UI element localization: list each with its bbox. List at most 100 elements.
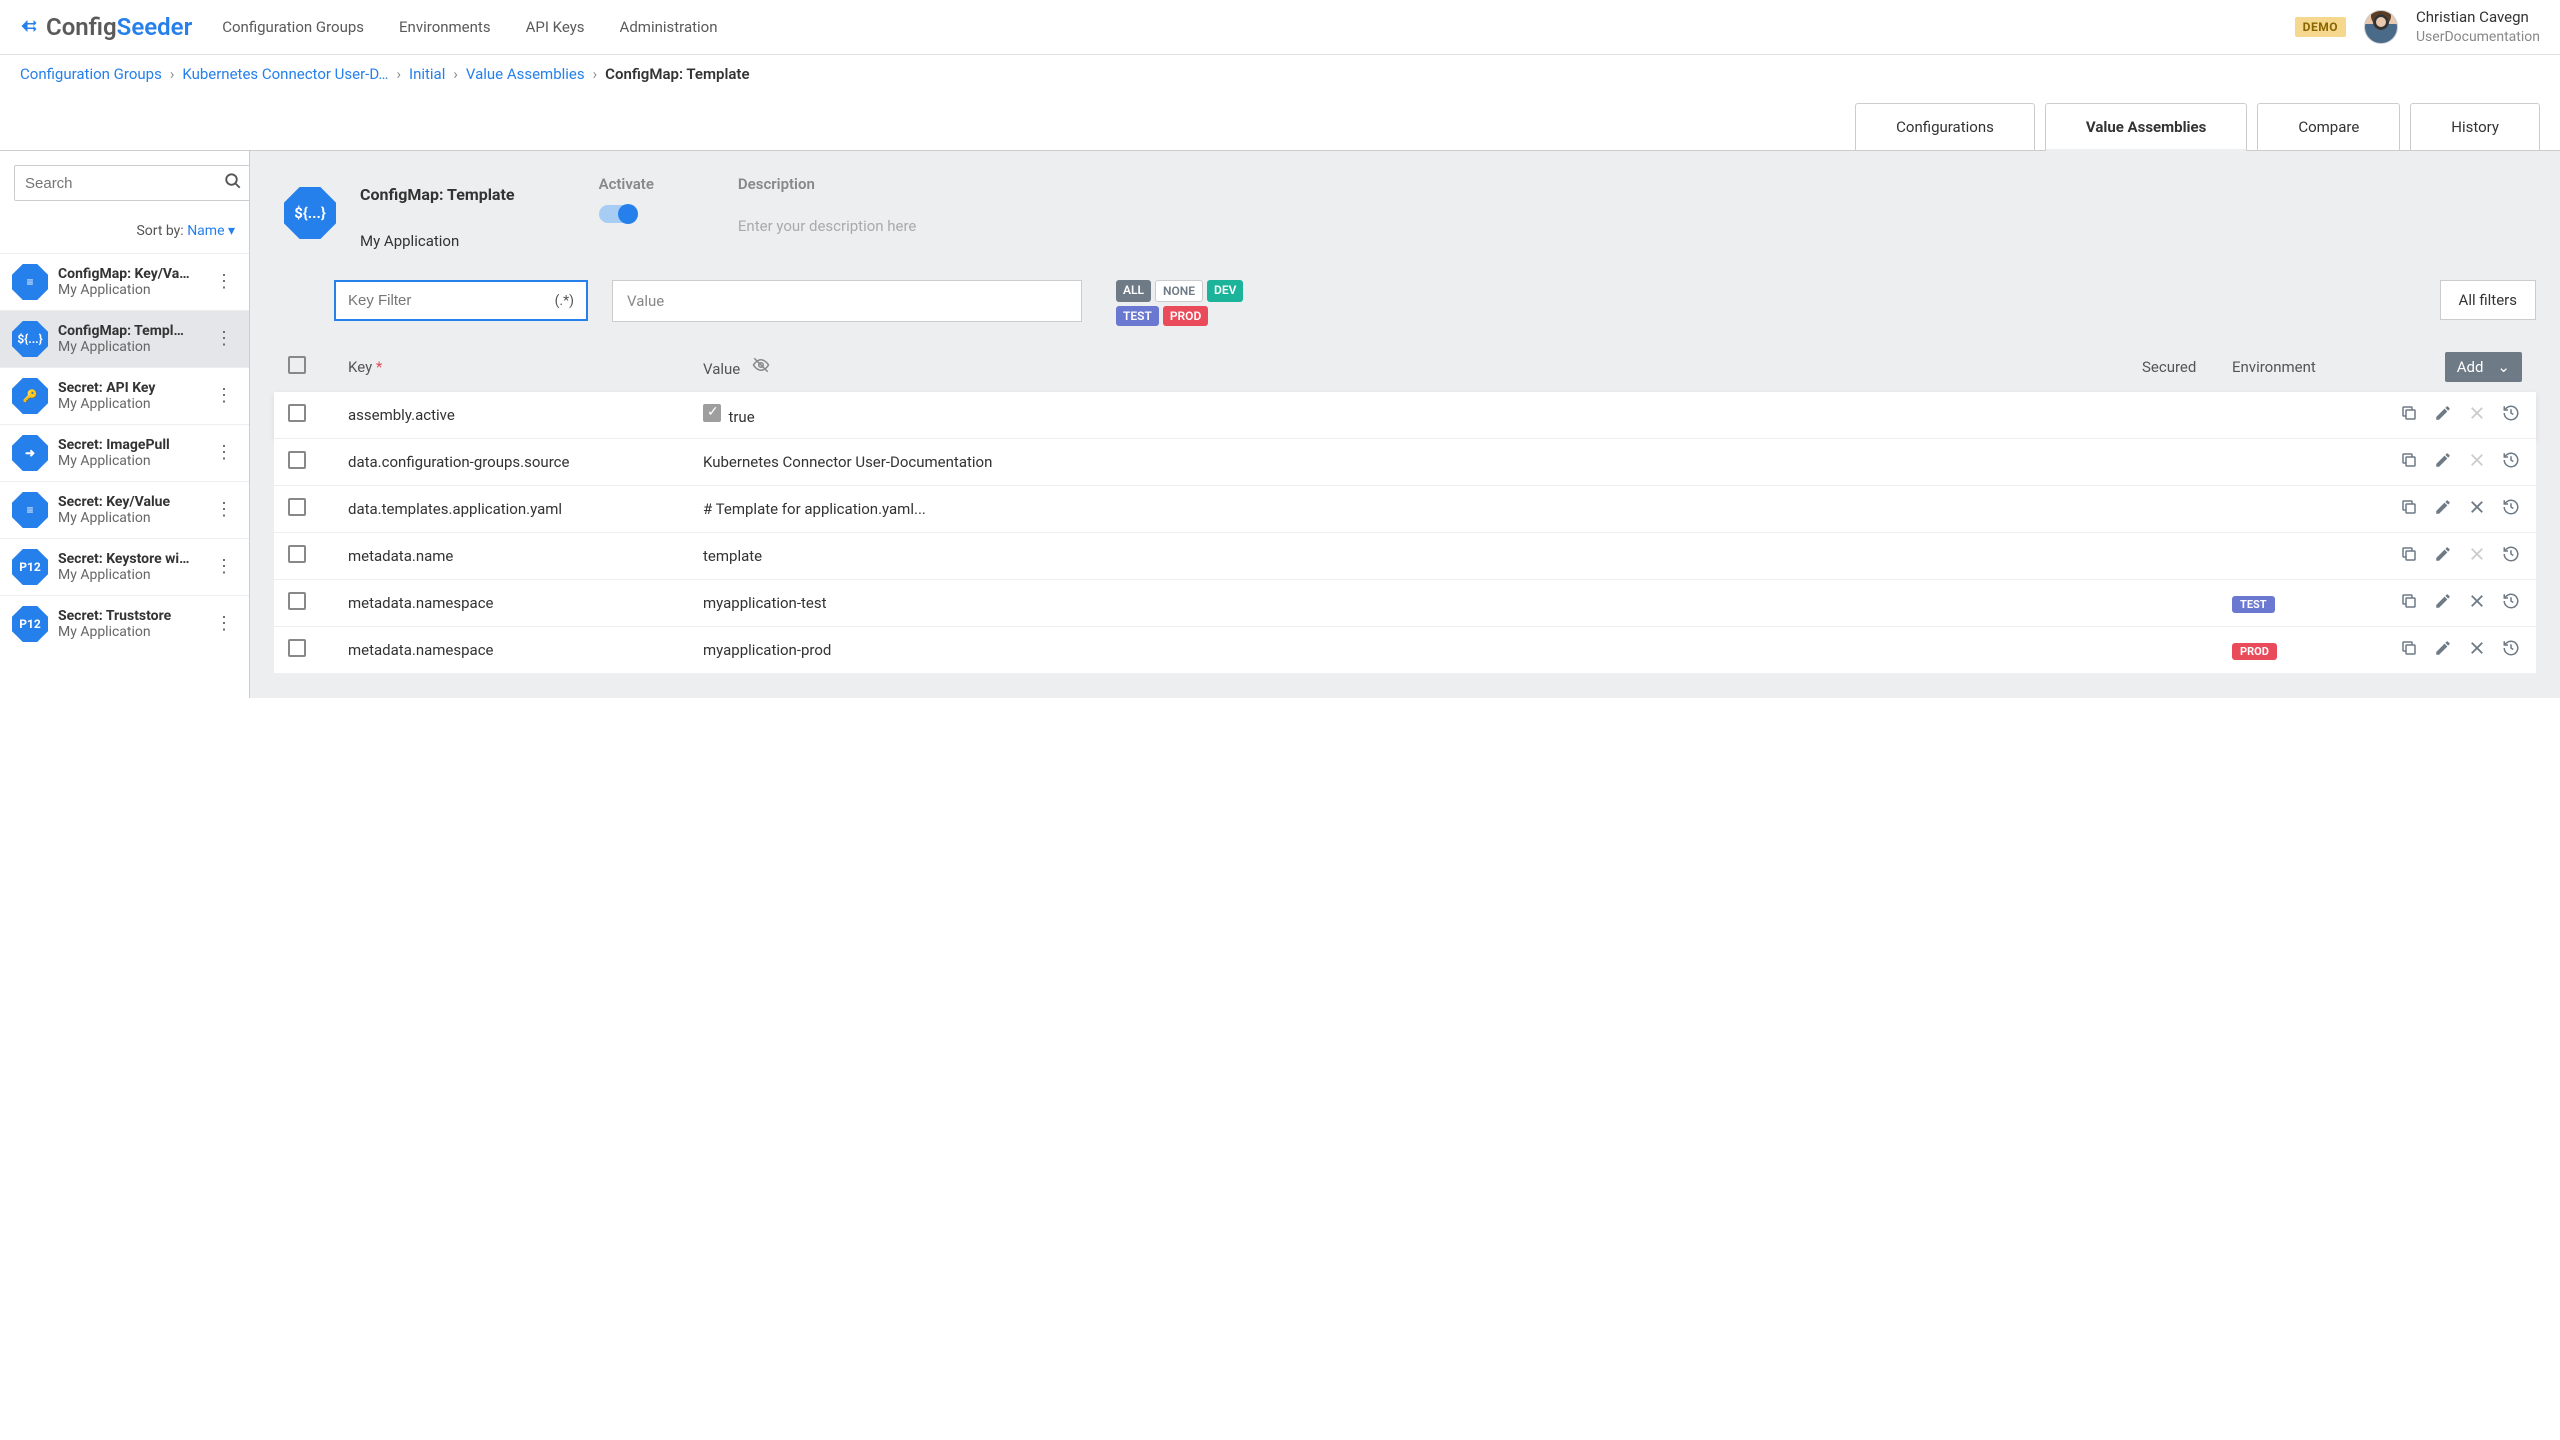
select-all-checkbox[interactable] [288,356,306,374]
eye-off-icon[interactable] [752,360,770,378]
description-input[interactable]: Enter your description here [738,217,916,235]
chevron-right-icon: › [396,65,401,83]
copy-icon[interactable] [2398,451,2420,473]
cell-key: metadata.name [348,547,703,565]
chevron-right-icon: › [593,65,598,83]
nav-environments[interactable]: Environments [399,18,491,36]
item-menu-icon[interactable]: ⋮ [211,392,237,399]
brand-logo[interactable]: ConfigSeeder [20,12,192,42]
chip-prod[interactable]: PROD [1163,306,1208,326]
item-title: ConfigMap: Templ… [58,323,201,339]
sidebar-item[interactable]: P12 Secret: Keystore wi… My Application … [0,538,249,595]
history-icon[interactable] [2500,592,2522,614]
copy-icon[interactable] [2398,592,2420,614]
cell-value: myapplication-prod [703,641,2142,659]
crumb-0[interactable]: Configuration Groups [20,65,162,83]
key-filter[interactable]: (.*) [334,280,588,321]
activate-toggle[interactable] [599,205,637,223]
edit-icon[interactable] [2432,498,2454,520]
tab-value-assemblies[interactable]: Value Assemblies [2045,103,2247,150]
edit-icon[interactable] [2432,404,2454,426]
item-title: Secret: Keystore wi… [58,551,201,567]
item-menu-icon[interactable]: ⋮ [211,563,237,570]
sidebar-item[interactable]: ≡ Secret: Key/Value My Application ⋮ [0,481,249,538]
history-icon[interactable] [2500,404,2522,426]
app-header: ConfigSeeder Configuration Groups Enviro… [0,0,2560,55]
env-filter-chips: ALL NONE DEV TEST PROD [1116,280,1256,326]
chip-all[interactable]: ALL [1116,280,1151,302]
row-checkbox[interactable] [288,545,306,563]
sort-control[interactable]: Sort by: Name ▾ [0,215,249,253]
assembly-type-icon: ${...} [284,187,336,239]
item-menu-icon[interactable]: ⋮ [211,278,237,285]
add-row-button[interactable]: Add ⌄ [2445,352,2522,382]
main-nav: Configuration Groups Environments API Ke… [222,18,717,36]
cell-key: metadata.namespace [348,594,703,612]
copy-icon[interactable] [2398,639,2420,661]
crumb-3[interactable]: Value Assemblies [466,65,585,83]
edit-icon[interactable] [2432,545,2454,567]
brand-text-1: Config [46,13,117,41]
value-filter-input[interactable]: Value [612,280,1082,322]
item-subtitle: My Application [58,624,201,640]
delete-icon[interactable] [2466,498,2488,520]
sidebar-search[interactable] [14,165,253,201]
logo-icon [20,12,38,42]
chip-dev[interactable]: DEV [1207,280,1243,302]
all-filters-button[interactable]: All filters [2440,280,2536,320]
crumb-2[interactable]: Initial [409,65,445,83]
item-subtitle: My Application [58,510,201,526]
crumb-1[interactable]: Kubernetes Connector User-D… [182,65,388,83]
edit-icon[interactable] [2432,592,2454,614]
sidebar-item[interactable]: ➜ Secret: ImagePull My Application ⋮ [0,424,249,481]
copy-icon[interactable] [2398,404,2420,426]
chip-test[interactable]: TEST [1116,306,1159,326]
sidebar-item[interactable]: 🔑 Secret: API Key My Application ⋮ [0,367,249,424]
brand-text-2: Seeder [117,13,193,41]
nav-api-keys[interactable]: API Keys [526,18,585,36]
item-menu-icon[interactable]: ⋮ [211,506,237,513]
user-info[interactable]: Christian Cavegn UserDocumentation [2416,8,2540,46]
item-title: Secret: API Key [58,380,201,396]
user-name: Christian Cavegn [2416,8,2540,28]
tab-compare[interactable]: Compare [2257,103,2400,150]
item-menu-icon[interactable]: ⋮ [211,449,237,456]
table-row: metadata.name template [274,533,2536,580]
edit-icon[interactable] [2432,451,2454,473]
row-checkbox[interactable] [288,404,306,422]
history-icon[interactable] [2500,639,2522,661]
row-checkbox[interactable] [288,592,306,610]
history-icon[interactable] [2500,498,2522,520]
regex-hint: (.*) [555,293,574,309]
history-icon[interactable] [2500,545,2522,567]
row-checkbox[interactable] [288,451,306,469]
tab-configurations[interactable]: Configurations [1855,103,2035,150]
sidebar-item[interactable]: P12 Secret: Truststore My Application ⋮ [0,595,249,652]
row-checkbox[interactable] [288,639,306,657]
item-title: Secret: ImagePull [58,437,201,453]
cell-value: true [703,404,2142,426]
chip-none[interactable]: NONE [1155,280,1203,302]
table-row: assembly.active true [274,392,2536,439]
tab-history[interactable]: History [2410,103,2540,150]
nav-administration[interactable]: Administration [620,18,718,36]
item-title: Secret: Truststore [58,608,201,624]
history-icon[interactable] [2500,451,2522,473]
cell-key: data.configuration-groups.source [348,453,703,471]
breadcrumb: Configuration Groups › Kubernetes Connec… [0,55,2560,93]
user-avatar[interactable] [2364,10,2398,44]
item-menu-icon[interactable]: ⋮ [211,620,237,627]
copy-icon[interactable] [2398,498,2420,520]
item-menu-icon[interactable]: ⋮ [211,335,237,342]
delete-icon[interactable] [2466,639,2488,661]
copy-icon[interactable] [2398,545,2420,567]
key-filter-input[interactable] [348,292,555,309]
row-checkbox[interactable] [288,498,306,516]
search-input[interactable] [25,175,224,192]
nav-config-groups[interactable]: Configuration Groups [222,18,364,36]
sidebar-item[interactable]: ≡ ConfigMap: Key/Va… My Application ⋮ [0,253,249,310]
delete-icon[interactable] [2466,592,2488,614]
cell-value: myapplication-test [703,594,2142,612]
edit-icon[interactable] [2432,639,2454,661]
sidebar-item[interactable]: ${...} ConfigMap: Templ… My Application … [0,310,249,367]
